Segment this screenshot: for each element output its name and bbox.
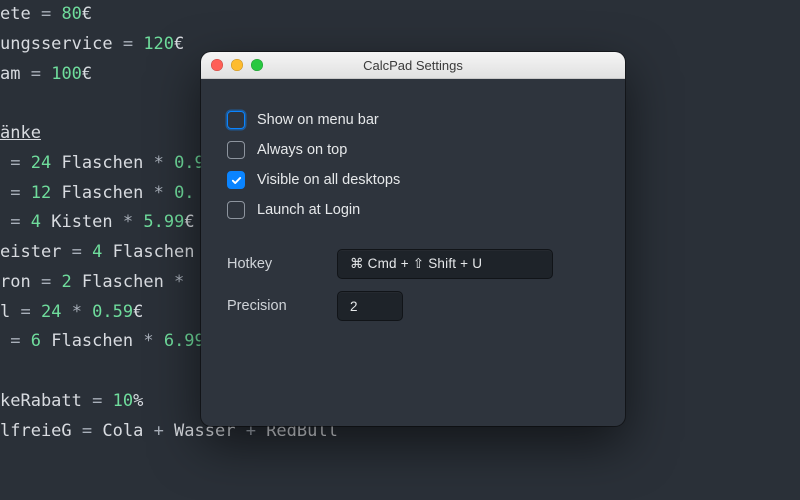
checkbox[interactable] [227,111,245,129]
editor-line: ete = 80€ [0,0,786,30]
window-titlebar: CalcPad Settings [201,52,625,79]
checkbox-row: Show on menu bar [227,105,599,135]
hotkey-label: Hotkey [227,256,317,272]
zoom-icon[interactable] [251,59,263,71]
precision-row: Precision 2 [227,285,599,327]
checkbox[interactable] [227,141,245,159]
check-icon [231,175,242,186]
close-icon[interactable] [211,59,223,71]
window-title: CalcPad Settings [201,58,625,73]
settings-window: CalcPad Settings Show on menu bar Always … [201,52,625,426]
checkbox-label: Launch at Login [257,202,360,218]
checkbox-label: Visible on all desktops [257,172,400,188]
checkbox-label: Show on menu bar [257,112,379,128]
precision-field[interactable]: 2 [337,291,403,321]
traffic-lights [201,59,263,71]
checkbox-label: Always on top [257,142,347,158]
checkbox[interactable] [227,171,245,189]
settings-body: Show on menu bar Always on top Visible on … [201,79,625,347]
minimize-icon[interactable] [231,59,243,71]
checkbox[interactable] [227,201,245,219]
checkbox-row: Always on top [227,135,599,165]
precision-label: Precision [227,298,317,314]
checkbox-row: Visible on all desktops [227,165,599,195]
hotkey-field[interactable]: ⌘ Cmd + ⇧ Shift + U [337,249,553,279]
checkbox-row: Launch at Login [227,195,599,225]
hotkey-row: Hotkey ⌘ Cmd + ⇧ Shift + U [227,243,599,285]
